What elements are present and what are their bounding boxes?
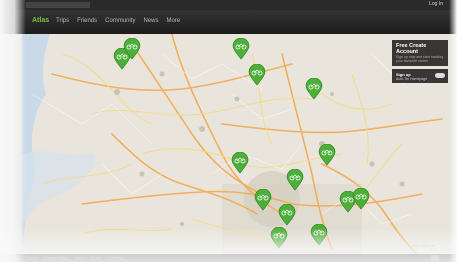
site-logo[interactable]: Atlas [32,17,49,24]
login-link[interactable]: Log In [429,1,443,7]
route-marker[interactable] [310,224,328,246]
nav-item-news[interactable]: News [143,18,158,24]
footer-link[interactable]: About [91,255,101,260]
footer-bar: Terms Privacy Policy Terms About Site Ma… [0,254,457,262]
route-marker[interactable] [270,227,288,249]
route-marker[interactable] [231,152,249,174]
main-navbar: Atlas Trips Friends Community News More [0,10,457,34]
chat-icon[interactable] [431,255,439,261]
nav-item-friends[interactable]: Friends [77,18,97,24]
nav-item-trips[interactable]: Trips [56,18,69,24]
route-map[interactable] [22,34,450,254]
homepage-toggle[interactable] [435,73,445,78]
route-marker[interactable] [232,38,250,60]
nav-item-more[interactable]: More [167,18,181,24]
panel-title: Free Create Account [396,43,427,55]
footer-link[interactable]: Privacy Policy [43,255,68,260]
map-canvas [22,34,443,254]
panel-subtitle: Sign up now and start tracking your favo… [396,55,444,63]
footer-links: Terms Privacy Policy Terms About Site Ma… [26,255,123,260]
route-marker[interactable] [248,64,266,86]
nav-menu: Trips Friends Community News More [56,18,180,24]
route-marker[interactable] [305,78,323,100]
route-marker[interactable] [278,204,296,226]
route-marker[interactable] [352,188,370,210]
route-marker[interactable] [123,38,141,60]
map-options-button[interactable]: Map Options [412,243,435,248]
footer-link[interactable]: Terms [26,255,37,260]
search-input[interactable] [26,2,90,8]
top-bar: Log In [0,0,457,10]
signup-panel[interactable]: Sign up Auto-Tie Homepage [392,69,448,83]
photo-fade-right [449,0,457,262]
nav-item-community[interactable]: Community [105,18,135,24]
route-marker[interactable] [318,144,336,166]
route-marker[interactable] [286,169,304,191]
create-account-panel[interactable]: Free Create Account Sign up now and star… [392,40,448,66]
app-screen: Log In Atlas Trips Friends Community New… [0,0,457,262]
footer-link[interactable]: Site Map [107,255,123,260]
footer-link[interactable]: Terms [74,255,85,260]
route-marker[interactable] [254,189,272,211]
